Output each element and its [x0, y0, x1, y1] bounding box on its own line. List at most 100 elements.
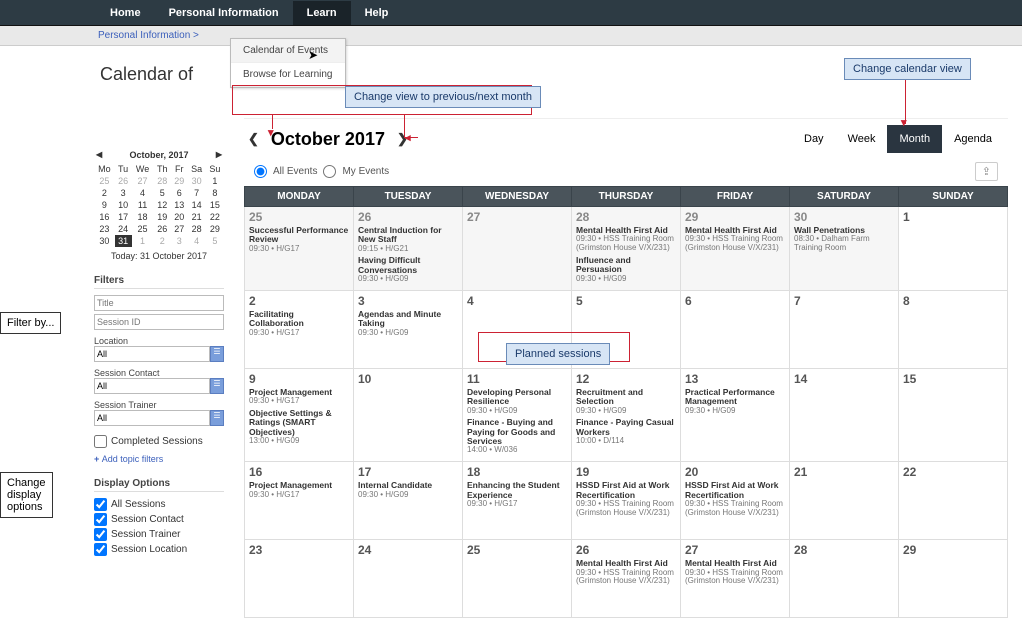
mini-day[interactable]: 2: [154, 235, 171, 247]
all-events-radio[interactable]: [254, 165, 267, 178]
mini-day[interactable]: 29: [206, 223, 224, 235]
calendar-event[interactable]: Objective Settings & Ratings (SMART Obje…: [249, 409, 349, 446]
mini-day[interactable]: 17: [115, 211, 132, 223]
calendar-event[interactable]: Finance - Paying Casual Workers10:00 • D…: [576, 418, 676, 445]
calendar-event[interactable]: HSSD First Aid at Work Recertification09…: [685, 481, 785, 517]
filter-title-input[interactable]: [94, 295, 224, 311]
add-topic-filters-link[interactable]: Add topic filters: [94, 454, 224, 464]
mini-day[interactable]: 29: [171, 175, 188, 187]
calendar-cell[interactable]: 27: [463, 207, 572, 291]
mini-day[interactable]: 31: [115, 235, 132, 247]
nav-learn[interactable]: Learn: [293, 1, 351, 25]
mini-day[interactable]: 22: [206, 211, 224, 223]
prev-month-button[interactable]: ❮: [244, 129, 263, 149]
calendar-cell[interactable]: 13Practical Performance Management09:30 …: [681, 368, 790, 461]
calendar-cell[interactable]: 26Mental Health First Aid09:30 • HSS Tra…: [572, 540, 681, 618]
calendar-cell[interactable]: 21: [790, 462, 899, 540]
calendar-cell[interactable]: 7: [790, 290, 899, 368]
view-week-tab[interactable]: Week: [836, 125, 888, 153]
calendar-cell[interactable]: 26Central Induction for New Staff09:15 •…: [354, 207, 463, 291]
calendar-event[interactable]: Mental Health First Aid09:30 • HSS Train…: [685, 559, 785, 586]
mini-cal-today[interactable]: Today: 31 October 2017: [94, 251, 224, 261]
calendar-event[interactable]: Facilitating Collaboration09:30 • H/G17: [249, 310, 349, 337]
my-events-radio[interactable]: [323, 165, 336, 178]
mini-day[interactable]: 27: [132, 175, 154, 187]
calendar-event[interactable]: Central Induction for New Staff09:15 • H…: [358, 226, 458, 253]
calendar-cell[interactable]: 3Agendas and Minute Taking09:30 • H/G09: [354, 290, 463, 368]
calendar-event[interactable]: Finance - Buying and Paying for Goods an…: [467, 418, 567, 455]
calendar-cell[interactable]: 8: [899, 290, 1008, 368]
filter-completed-checkbox[interactable]: [94, 435, 107, 448]
mini-day[interactable]: 1: [206, 175, 224, 187]
calendar-cell[interactable]: 16Project Management09:30 • H/G17: [245, 462, 354, 540]
calendar-cell[interactable]: 9Project Management09:30 • H/G17Objectiv…: [245, 368, 354, 461]
filter-location-select[interactable]: [94, 346, 210, 362]
calendar-cell[interactable]: 24: [354, 540, 463, 618]
mini-day[interactable]: 4: [132, 187, 154, 199]
calendar-cell[interactable]: 30Wall Penetrations08:30 • Dalham Farm T…: [790, 207, 899, 291]
mini-day[interactable]: 30: [188, 175, 206, 187]
mini-day[interactable]: 7: [188, 187, 206, 199]
mini-day[interactable]: 5: [206, 235, 224, 247]
dropdown-item-browse[interactable]: Browse for Learning: [231, 63, 345, 87]
calendar-cell[interactable]: 25: [463, 540, 572, 618]
calendar-cell[interactable]: 28: [790, 540, 899, 618]
mini-day[interactable]: 6: [171, 187, 188, 199]
calendar-cell[interactable]: 19HSSD First Aid at Work Recertification…: [572, 462, 681, 540]
mini-day[interactable]: 1: [132, 235, 154, 247]
mini-day[interactable]: 10: [115, 199, 132, 211]
filter-session-input[interactable]: [94, 314, 224, 330]
calendar-cell[interactable]: 2Facilitating Collaboration09:30 • H/G17: [245, 290, 354, 368]
mini-day[interactable]: 5: [154, 187, 171, 199]
mini-day[interactable]: 24: [115, 223, 132, 235]
nav-help[interactable]: Help: [351, 1, 403, 25]
calendar-cell[interactable]: 22: [899, 462, 1008, 540]
mini-day[interactable]: 2: [94, 187, 115, 199]
calendar-cell[interactable]: 23: [245, 540, 354, 618]
mini-day[interactable]: 15: [206, 199, 224, 211]
mini-day[interactable]: 9: [94, 199, 115, 211]
display-opt-checkbox[interactable]: [94, 528, 107, 541]
view-day-tab[interactable]: Day: [792, 125, 836, 153]
mini-day[interactable]: 30: [94, 235, 115, 247]
lookup-icon[interactable]: ☰: [210, 378, 224, 394]
mini-prev-icon[interactable]: ◀: [96, 150, 102, 159]
calendar-event[interactable]: Wall Penetrations08:30 • Dalham Farm Tra…: [794, 226, 894, 253]
mini-day[interactable]: 25: [132, 223, 154, 235]
calendar-cell[interactable]: 29Mental Health First Aid09:30 • HSS Tra…: [681, 207, 790, 291]
calendar-event[interactable]: Mental Health First Aid09:30 • HSS Train…: [576, 559, 676, 586]
mini-day[interactable]: 19: [154, 211, 171, 223]
calendar-event[interactable]: Practical Performance Management09:30 • …: [685, 388, 785, 415]
mini-day[interactable]: 25: [94, 175, 115, 187]
nav-home[interactable]: Home: [96, 1, 155, 25]
mini-day[interactable]: 3: [115, 187, 132, 199]
calendar-event[interactable]: Internal Candidate09:30 • H/G09: [358, 481, 458, 499]
calendar-cell[interactable]: 14: [790, 368, 899, 461]
lookup-icon[interactable]: ☰: [210, 410, 224, 426]
mini-day[interactable]: 26: [115, 175, 132, 187]
mini-day[interactable]: 27: [171, 223, 188, 235]
display-opt-checkbox[interactable]: [94, 543, 107, 556]
calendar-event[interactable]: HSSD First Aid at Work Recertification09…: [576, 481, 676, 517]
calendar-cell[interactable]: 27Mental Health First Aid09:30 • HSS Tra…: [681, 540, 790, 618]
mini-day[interactable]: 28: [188, 223, 206, 235]
mini-day[interactable]: 20: [171, 211, 188, 223]
mini-next-icon[interactable]: ▶: [216, 150, 222, 159]
calendar-event[interactable]: Project Management09:30 • H/G17: [249, 481, 349, 499]
calendar-event[interactable]: Mental Health First Aid09:30 • HSS Train…: [576, 226, 676, 253]
calendar-event[interactable]: Developing Personal Resilience09:30 • H/…: [467, 388, 567, 415]
calendar-cell[interactable]: 15: [899, 368, 1008, 461]
filter-contact-select[interactable]: [94, 378, 210, 394]
filter-trainer-select[interactable]: [94, 410, 210, 426]
mini-day[interactable]: 18: [132, 211, 154, 223]
lookup-icon[interactable]: ☰: [210, 346, 224, 362]
nav-personal-information[interactable]: Personal Information: [155, 1, 293, 25]
dropdown-item-calendar[interactable]: Calendar of Events: [231, 39, 345, 63]
mini-day[interactable]: 13: [171, 199, 188, 211]
mini-day[interactable]: 14: [188, 199, 206, 211]
calendar-event[interactable]: Mental Health First Aid09:30 • HSS Train…: [685, 226, 785, 253]
mini-day[interactable]: 4: [188, 235, 206, 247]
calendar-cell[interactable]: 1: [899, 207, 1008, 291]
calendar-cell[interactable]: 6: [681, 290, 790, 368]
mini-day[interactable]: 26: [154, 223, 171, 235]
